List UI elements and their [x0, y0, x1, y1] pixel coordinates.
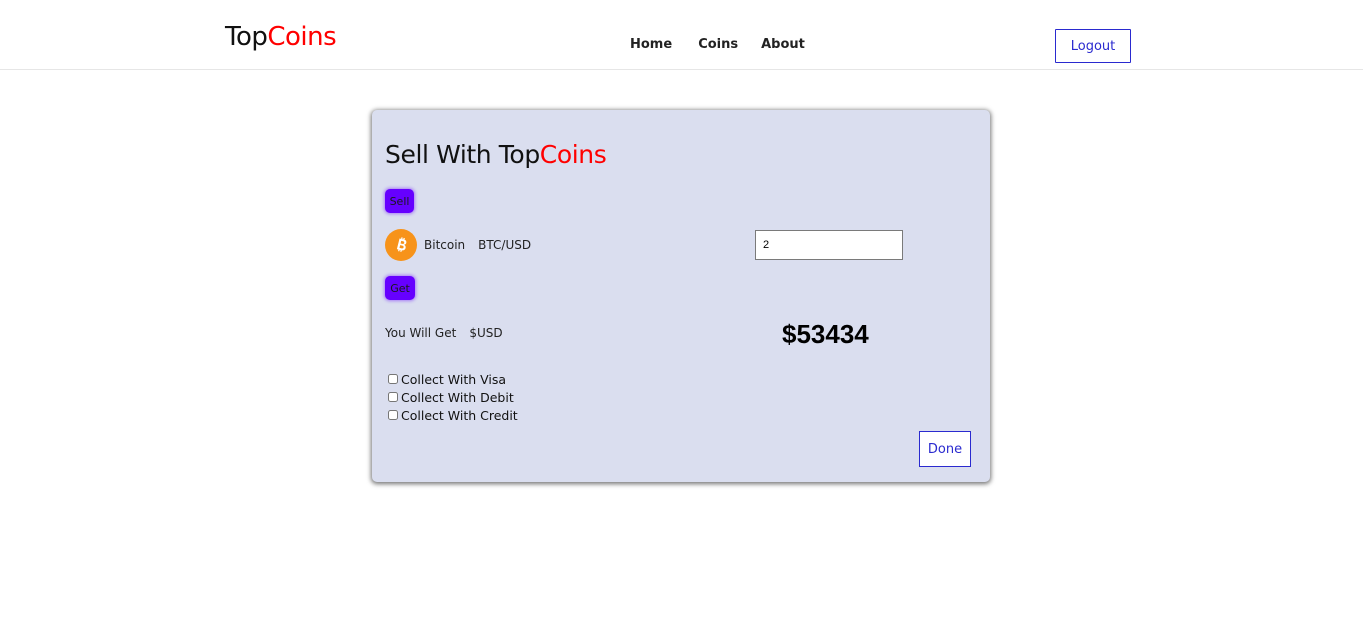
nav-link-home[interactable]: Home: [630, 36, 672, 54]
option-credit-label: Collect With Credit: [401, 407, 518, 423]
receive-row: You Will Get $USD: [385, 326, 503, 340]
card-title: Sell With TopCoins: [385, 139, 607, 171]
nav-link-coins[interactable]: Coins: [698, 36, 738, 54]
option-visa[interactable]: Collect With Visa: [388, 370, 518, 388]
get-button[interactable]: Get: [385, 276, 415, 300]
receive-currency: $USD: [469, 326, 503, 340]
logo-text-coins: Coins: [267, 22, 337, 52]
top-navbar: TopCoins Home Coins About Logout: [0, 0, 1363, 70]
nav-link-about[interactable]: About: [761, 36, 805, 54]
receive-label: You Will Get: [385, 326, 457, 340]
option-credit[interactable]: Collect With Credit: [388, 406, 518, 424]
coin-pair: BTC/USD: [478, 238, 532, 252]
sell-button[interactable]: Sell: [385, 189, 414, 213]
coin-name: Bitcoin: [424, 238, 466, 252]
logo-text-top: Top: [225, 22, 268, 52]
card-title-accent: Coins: [539, 140, 607, 169]
bitcoin-icon: [385, 229, 417, 261]
sell-card: Sell With TopCoins Sell Bitcoin BTC/USD …: [372, 110, 990, 482]
checkbox-visa[interactable]: [388, 374, 398, 384]
collect-options: Collect With Visa Collect With Debit Col…: [388, 370, 518, 424]
option-debit-label: Collect With Debit: [401, 389, 514, 405]
amount-input[interactable]: [755, 230, 903, 260]
option-visa-label: Collect With Visa: [401, 371, 507, 387]
coin-selector-row: Bitcoin BTC/USD: [385, 229, 531, 261]
checkbox-credit[interactable]: [388, 410, 398, 420]
logout-button[interactable]: Logout: [1055, 29, 1131, 63]
bitcoin-glyph: [396, 237, 407, 252]
checkbox-debit[interactable]: [388, 392, 398, 402]
brand-logo[interactable]: TopCoins: [225, 19, 337, 55]
receive-amount: $53434: [782, 319, 869, 349]
done-button[interactable]: Done: [919, 431, 971, 467]
card-title-text: Sell With Top: [385, 140, 540, 169]
main-nav: Home Coins About: [630, 36, 805, 54]
option-debit[interactable]: Collect With Debit: [388, 388, 518, 406]
